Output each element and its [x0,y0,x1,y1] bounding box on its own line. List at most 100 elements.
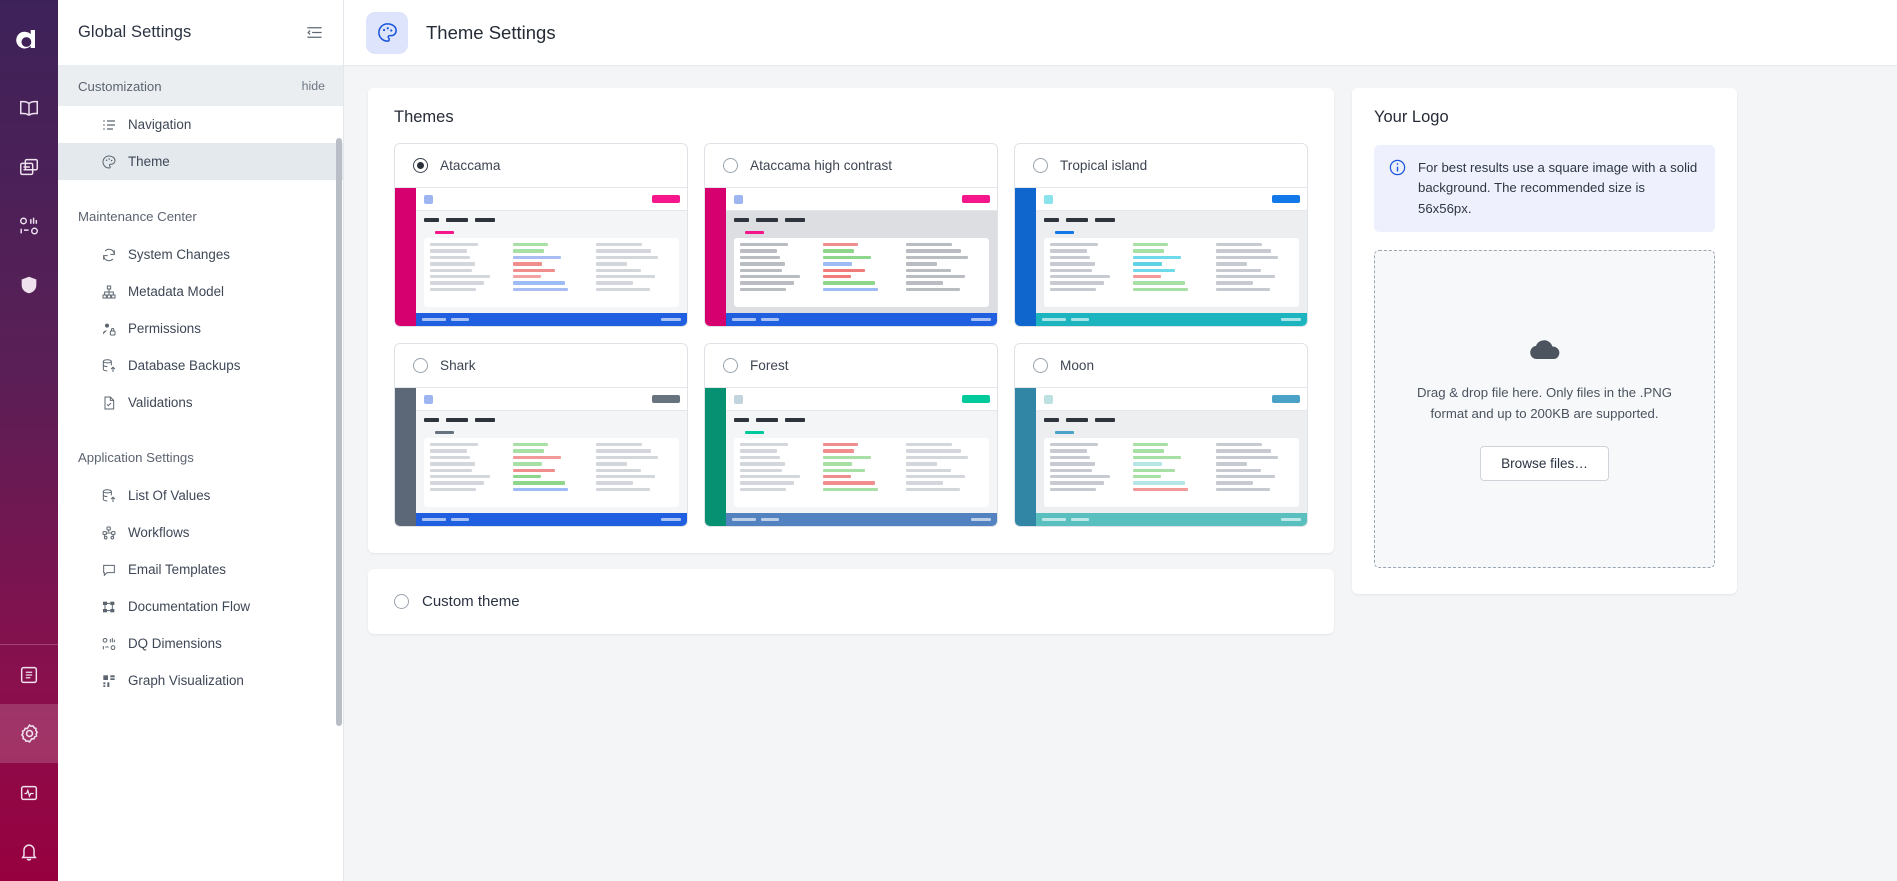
sidebar-item-validations[interactable]: Validations [58,384,343,421]
sidebar-item-graph-visualization[interactable]: Graph Visualization [58,662,343,699]
theme-radio[interactable] [723,358,738,373]
preview-content [726,411,997,513]
preview-row [430,249,467,252]
preview-row [823,443,858,446]
preview-row [906,262,937,265]
sidebar-item-documentation-flow[interactable]: Documentation Flow [58,588,343,625]
sidebar-item-navigation[interactable]: Navigation [58,106,343,143]
preview-footer-item [761,318,779,321]
ataccama-logo[interactable] [0,0,58,78]
sidebar-item-metadata-model[interactable]: Metadata Model [58,273,343,310]
preview-row [906,281,943,284]
preview-content [416,411,687,513]
sidebar-section-customization[interactable]: Customization hide [58,66,343,106]
preview-row [513,256,561,259]
theme-card-header[interactable]: Shark [395,344,687,388]
sidebar-item-email-templates[interactable]: Email Templates [58,551,343,588]
theme-radio[interactable] [413,158,428,173]
sidebar-scrollbar[interactable] [336,138,342,726]
sidebar-item-label: Workflows [128,525,190,540]
preview-row [430,256,470,259]
palette-icon [100,153,117,170]
sidebar-item-workflows[interactable]: Workflows [58,514,343,551]
preview-row [1050,275,1110,278]
preview-row [1133,269,1175,272]
sidebar-item-list-of-values[interactable]: List Of Values [58,477,343,514]
theme-card-forest[interactable]: Forest [704,343,998,527]
theme-radio[interactable] [1033,158,1048,173]
sidebar-item-database-backups[interactable]: Database Backups [58,347,343,384]
preview-row [596,475,655,478]
preview-sidebar [705,388,726,526]
preview-footer-item [661,518,681,521]
preview-body [1036,388,1307,526]
sidebar-section-maintenance-center[interactable]: Maintenance Center [58,196,343,236]
preview-row [823,269,865,272]
preview-row [906,449,961,452]
rail-item-monitoring[interactable] [0,763,58,822]
preview-tab-underline [745,231,764,234]
sidebar-item-label: Theme [128,154,170,169]
sidebar-item-system-changes[interactable]: System Changes [58,236,343,273]
rail-item-shield[interactable] [0,255,58,314]
theme-card-header[interactable]: Forest [705,344,997,388]
rail-item-settings[interactable] [0,704,58,763]
preview-row [1133,243,1168,246]
preview-content [1036,211,1307,313]
preview-sidebar [705,188,726,326]
preview-row [1050,256,1090,259]
logo-dropzone[interactable]: Drag & drop file here. Only files in the… [1374,250,1715,568]
file-check-icon [100,394,117,411]
theme-radio[interactable] [723,158,738,173]
theme-card-header[interactable]: Tropical island [1015,144,1307,188]
preview-tab-underline [435,431,454,434]
preview-row [1216,269,1261,272]
preview-row [1133,262,1162,265]
preview-tabs [424,218,679,229]
theme-card-shark[interactable]: Shark [394,343,688,527]
preview-body [726,388,997,526]
theme-name-label: Ataccama high contrast [750,158,892,173]
browse-files-button[interactable]: Browse files… [1480,446,1609,481]
preview-row [513,443,548,446]
custom-theme-radio[interactable] [394,594,409,609]
preview-row [906,249,961,252]
theme-card-header[interactable]: Ataccama [395,144,687,188]
theme-card-moon[interactable]: Moon [1014,343,1308,527]
rail-item-notifications[interactable] [0,822,58,881]
preview-row [1050,288,1096,291]
rail-item-catalog[interactable] [0,137,58,196]
preview-row [906,243,952,246]
preview-tab [475,418,495,422]
sidebar-item-permissions[interactable]: Permissions [58,310,343,347]
theme-card-ataccama-high-contrast[interactable]: Ataccama high contrast [704,143,998,327]
rail-item-book[interactable] [0,78,58,137]
rail-item-dq-dimensions[interactable] [0,196,58,255]
preview-tab [756,218,778,222]
preview-row [1050,481,1104,484]
theme-card-header[interactable]: Moon [1015,344,1307,388]
theme-radio[interactable] [1033,358,1048,373]
preview-logo [734,395,743,404]
preview-row [823,281,875,284]
preview-row [823,475,851,478]
preview-column [1133,243,1210,302]
theme-card-header[interactable]: Ataccama high contrast [705,144,997,188]
preview-footer-item [422,518,446,521]
preview-row [1050,281,1104,284]
preview-logo [734,195,743,204]
custom-theme-card[interactable]: Custom theme [368,569,1334,634]
rail-item-list[interactable] [0,645,58,704]
collapse-panel-icon[interactable] [303,22,325,44]
preview-footer [726,313,997,326]
sidebar-item-theme[interactable]: Theme [58,143,343,180]
preview-footer-item [732,318,756,321]
section-hide-link[interactable]: hide [302,79,325,93]
sidebar-section-application-settings[interactable]: Application Settings [58,437,343,477]
sidebar-item-label: Validations [128,395,193,410]
sidebar-item-dq-dimensions[interactable]: DQ Dimensions [58,625,343,662]
theme-card-ataccama[interactable]: Ataccama [394,143,688,327]
theme-radio[interactable] [413,358,428,373]
theme-card-tropical-island[interactable]: Tropical island [1014,143,1308,327]
right-column: Your Logo For best results use a square … [1352,88,1737,594]
